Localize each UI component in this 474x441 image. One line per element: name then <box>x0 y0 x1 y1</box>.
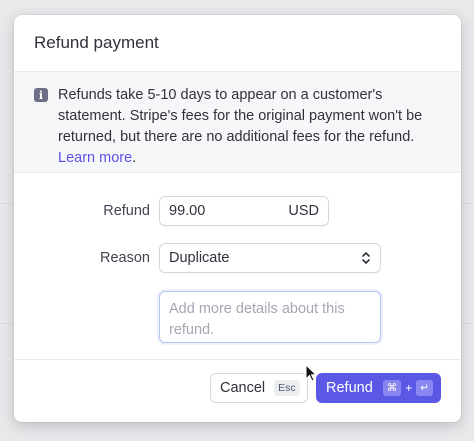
dialog-title: Refund payment <box>34 33 159 52</box>
cancel-button[interactable]: Cancel Esc <box>210 373 308 403</box>
reason-select[interactable]: Duplicate <box>159 243 381 273</box>
refund-amount-input[interactable]: 99.00 USD <box>159 196 329 226</box>
reason-label: Reason <box>100 250 150 266</box>
shortcut-plus: + <box>405 381 413 395</box>
notice-suffix: . <box>132 150 137 166</box>
dialog-footer: Cancel Esc Refund ⌘ + ↵ <box>14 359 461 422</box>
mouse-pointer-icon <box>305 364 318 382</box>
reason-selected-value: Duplicate <box>169 250 230 266</box>
refund-button-label: Refund <box>326 380 373 396</box>
refund-notice: i Refunds take 5-10 days to appear on a … <box>14 72 461 173</box>
notice-body: Refunds take 5-10 days to appear on a cu… <box>58 87 423 145</box>
return-key-icon: ↵ <box>416 380 434 396</box>
learn-more-link[interactable]: Learn more <box>58 150 132 166</box>
dialog-header: Refund payment <box>14 15 461 72</box>
command-key-icon: ⌘ <box>382 380 402 396</box>
refund-amount-label: Refund <box>103 203 150 219</box>
notice-text: Refunds take 5-10 days to appear on a cu… <box>58 85 441 166</box>
cancel-button-label: Cancel <box>220 380 266 396</box>
refund-button[interactable]: Refund ⌘ + ↵ <box>316 373 441 403</box>
chevron-up-down-icon <box>361 251 371 265</box>
details-placeholder: Add more details about this refund. <box>169 301 345 338</box>
amount-value: 99.00 <box>169 203 206 219</box>
esc-shortcut-badge: Esc <box>274 380 300 396</box>
refund-details-textarea[interactable]: Add more details about this refund. <box>159 291 381 343</box>
info-icon: i <box>34 88 48 102</box>
currency-label: USD <box>288 203 319 219</box>
